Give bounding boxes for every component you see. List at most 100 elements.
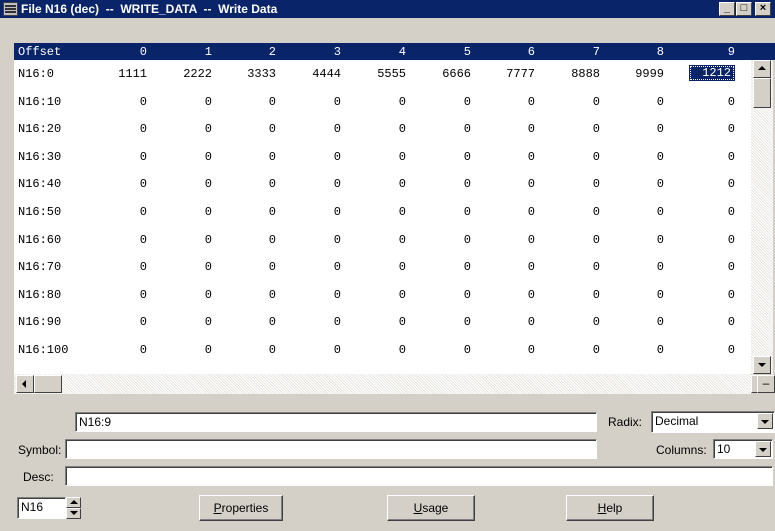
- columns-select[interactable]: 10: [713, 439, 773, 459]
- data-cell[interactable]: 0: [162, 150, 212, 164]
- data-cell[interactable]: 0: [291, 233, 341, 247]
- data-cell[interactable]: 0: [291, 343, 341, 357]
- data-cell[interactable]: 0: [421, 315, 471, 329]
- data-cell[interactable]: 0: [421, 205, 471, 219]
- radix-dropdown-icon[interactable]: [757, 413, 773, 429]
- data-cell[interactable]: 0: [97, 260, 147, 274]
- data-cell[interactable]: 0: [421, 233, 471, 247]
- data-cell[interactable]: 0: [614, 288, 664, 302]
- data-cell[interactable]: 0: [485, 260, 535, 274]
- data-cell[interactable]: 0: [97, 288, 147, 302]
- data-cell[interactable]: 0: [550, 260, 600, 274]
- spin-up-button[interactable]: [66, 497, 81, 508]
- maximize-button[interactable]: □: [736, 2, 752, 16]
- data-cell[interactable]: 0: [356, 205, 406, 219]
- data-cell[interactable]: 5555: [356, 67, 406, 81]
- data-cell[interactable]: 0: [356, 315, 406, 329]
- data-cell[interactable]: 0: [421, 343, 471, 357]
- data-cell[interactable]: 0: [685, 288, 735, 302]
- data-cell[interactable]: 0: [614, 315, 664, 329]
- data-cell[interactable]: 0: [614, 95, 664, 109]
- data-cell[interactable]: 0: [685, 122, 735, 136]
- symbol-field[interactable]: [65, 439, 597, 459]
- columns-dropdown-icon[interactable]: [755, 441, 771, 457]
- data-cell[interactable]: 0: [226, 205, 276, 219]
- data-cell[interactable]: 0: [226, 122, 276, 136]
- data-cell[interactable]: 0: [550, 205, 600, 219]
- data-cell[interactable]: 4444: [291, 67, 341, 81]
- data-cell[interactable]: 0: [162, 288, 212, 302]
- data-cell[interactable]: 0: [421, 150, 471, 164]
- data-cell[interactable]: 0: [421, 95, 471, 109]
- data-cell[interactable]: 0: [162, 260, 212, 274]
- data-cell[interactable]: 0: [291, 260, 341, 274]
- data-cell[interactable]: 0: [291, 177, 341, 191]
- data-cell[interactable]: 0: [291, 315, 341, 329]
- data-cell[interactable]: 0: [550, 150, 600, 164]
- data-cell[interactable]: 0: [356, 177, 406, 191]
- data-cell[interactable]: 0: [226, 233, 276, 247]
- data-cell[interactable]: 0: [162, 177, 212, 191]
- data-cell[interactable]: 0: [226, 95, 276, 109]
- data-cell[interactable]: 0: [485, 233, 535, 247]
- data-cell[interactable]: 0: [485, 95, 535, 109]
- data-cell[interactable]: 0: [685, 343, 735, 357]
- data-cell[interactable]: 0: [485, 205, 535, 219]
- data-cell[interactable]: 0: [614, 205, 664, 219]
- data-cell[interactable]: 0: [226, 177, 276, 191]
- data-cell[interactable]: 0: [685, 315, 735, 329]
- data-cell[interactable]: 0: [614, 177, 664, 191]
- data-cell[interactable]: 0: [614, 260, 664, 274]
- data-cell[interactable]: 0: [614, 122, 664, 136]
- scroll-up-button[interactable]: [753, 60, 771, 78]
- data-cell[interactable]: 0: [97, 205, 147, 219]
- data-cell[interactable]: 0: [685, 205, 735, 219]
- data-cell[interactable]: 0: [97, 315, 147, 329]
- data-cell[interactable]: 0: [162, 205, 212, 219]
- data-cell[interactable]: 0: [685, 150, 735, 164]
- data-cell[interactable]: 0: [97, 233, 147, 247]
- data-cell[interactable]: 0: [291, 288, 341, 302]
- data-cell[interactable]: 0: [356, 122, 406, 136]
- data-cell[interactable]: 0: [162, 95, 212, 109]
- data-cell[interactable]: 0: [485, 343, 535, 357]
- data-cell[interactable]: 0: [550, 233, 600, 247]
- radix-select[interactable]: Decimal: [651, 411, 775, 433]
- spin-down-button[interactable]: [66, 508, 81, 519]
- address-field[interactable]: N16:9: [75, 412, 597, 432]
- scroll-left-button[interactable]: [16, 375, 34, 393]
- data-cell[interactable]: 0: [291, 95, 341, 109]
- desc-field[interactable]: [65, 466, 773, 486]
- data-cell[interactable]: 0: [291, 122, 341, 136]
- data-cell[interactable]: 0: [226, 260, 276, 274]
- data-cell[interactable]: 0: [291, 205, 341, 219]
- data-cell[interactable]: 0: [685, 233, 735, 247]
- data-cell[interactable]: 7777: [485, 67, 535, 81]
- data-cell[interactable]: 2222: [162, 67, 212, 81]
- data-cell[interactable]: 0: [421, 177, 471, 191]
- data-cell[interactable]: 0: [226, 343, 276, 357]
- data-cell[interactable]: 0: [550, 95, 600, 109]
- data-cell[interactable]: 0: [356, 233, 406, 247]
- data-cell[interactable]: 0: [97, 122, 147, 136]
- data-cell[interactable]: 9999: [614, 67, 664, 81]
- horizontal-scrollbar[interactable]: [14, 374, 769, 394]
- data-cell[interactable]: 0: [97, 150, 147, 164]
- data-cell[interactable]: 0: [485, 150, 535, 164]
- data-cell[interactable]: 0: [550, 177, 600, 191]
- data-cell[interactable]: 0: [421, 260, 471, 274]
- data-cell[interactable]: 0: [685, 177, 735, 191]
- data-cell[interactable]: 0: [162, 343, 212, 357]
- data-cell[interactable]: 1111: [97, 67, 147, 81]
- data-cell[interactable]: 0: [421, 288, 471, 302]
- data-cell[interactable]: 0: [421, 122, 471, 136]
- split-button[interactable]: –: [757, 375, 775, 393]
- data-cell[interactable]: 0: [291, 150, 341, 164]
- vertical-scrollbar[interactable]: [751, 60, 773, 374]
- data-cell[interactable]: 0: [226, 150, 276, 164]
- data-cell[interactable]: 0: [162, 233, 212, 247]
- data-cell[interactable]: 0: [485, 122, 535, 136]
- data-cell[interactable]: 0: [614, 343, 664, 357]
- data-cell[interactable]: 0: [97, 177, 147, 191]
- vertical-scroll-thumb[interactable]: [753, 78, 771, 108]
